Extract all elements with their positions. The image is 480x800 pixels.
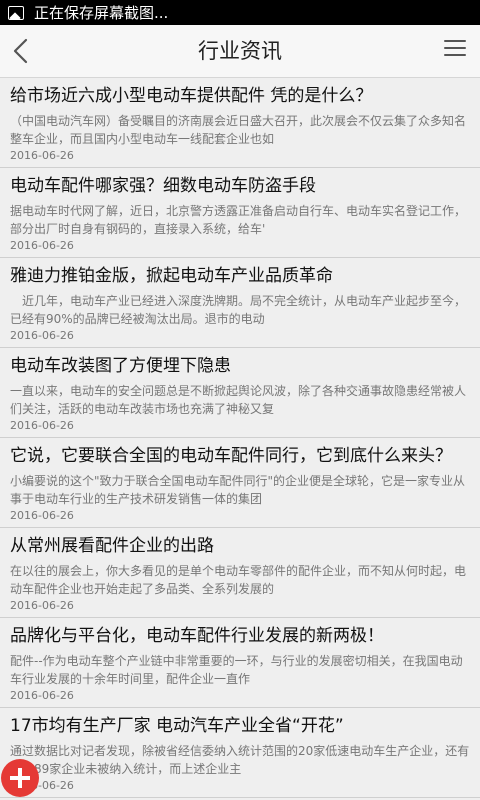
news-date: 2016-06-26 bbox=[10, 689, 74, 702]
news-item[interactable]: 给市场近六成小型电动车提供配件 凭的是什么？ （中国电动汽车网）备受瞩目的济南展… bbox=[0, 78, 480, 168]
news-item[interactable]: 它说，它要联合全国的电动车配件同行，它到底什么来头？ 小编要说的这个"致力于联合… bbox=[0, 438, 480, 528]
news-title: 从常州展看配件企业的出路 bbox=[10, 536, 214, 556]
news-date: 2016-06-26 bbox=[10, 329, 74, 342]
news-date: 2016-06-26 bbox=[10, 599, 74, 612]
news-summary: 通过数据比对记者发现，除被省经信委纳入统计范围的20家低速电动车生产企业，还有至… bbox=[10, 744, 470, 776]
news-title: 17市均有生产厂家 电动汽车产业全省“开花” bbox=[10, 716, 344, 736]
status-bar: 正在保存屏幕截图... bbox=[0, 0, 480, 25]
news-title: 给市场近六成小型电动车提供配件 凭的是什么？ bbox=[10, 86, 373, 106]
news-summary: 近几年，电动车产业已经进入深度洗牌期。局不完全统计，从电动车产业起步至今，已经有… bbox=[10, 294, 467, 326]
news-date: 2016-06-26 bbox=[10, 419, 74, 432]
news-title: 电动车配件哪家强？细数电动车防盗手段 bbox=[10, 176, 316, 196]
news-title: 它说，它要联合全国的电动车配件同行，它到底什么来头？ bbox=[10, 446, 452, 466]
news-summary: 小编要说的这个"致力于联合全国电动车配件同行"的企业便是全球轮，它是一家专业从事… bbox=[10, 474, 466, 506]
news-summary: （中国电动汽车网）备受瞩目的济南展会近日盛大召开，此次展会不仅云集了众多知名整车… bbox=[10, 114, 467, 146]
news-date: 2016-06-26 bbox=[10, 149, 74, 162]
image-icon bbox=[8, 5, 24, 20]
news-item[interactable]: 从常州展看配件企业的出路 在以往的展会上，你大多看见的是单个电动车零部件的配件企… bbox=[0, 528, 480, 618]
news-summary: 在以往的展会上，你大多看见的是单个电动车零部件的配件企业，而不知从何时起，电动车… bbox=[10, 564, 467, 596]
news-item[interactable]: 品牌化与平台化，电动车配件行业发展的新两极！ 配件--作为电动车整个产业链中非常… bbox=[0, 618, 480, 708]
add-button[interactable] bbox=[1, 759, 39, 797]
page-title: 行业资讯 bbox=[198, 39, 282, 63]
news-title: 雅迪力推铂金版，掀起电动车产业品质革命 bbox=[10, 266, 333, 286]
news-date: 2016-06-26 bbox=[10, 239, 74, 252]
news-item[interactable]: 电动车改装图了方便埋下隐患 一直以来，电动车的安全问题总是不断掀起舆论风波，除了… bbox=[0, 348, 480, 438]
news-list: 给市场近六成小型电动车提供配件 凭的是什么？ （中国电动汽车网）备受瞩目的济南展… bbox=[0, 78, 480, 798]
news-summary: 一直以来，电动车的安全问题总是不断掀起舆论风波，除了各种交通事故隐患经常被人们关… bbox=[10, 384, 467, 416]
news-date: 2016-06-26 bbox=[10, 779, 74, 792]
news-date: 2016-06-26 bbox=[10, 509, 74, 522]
news-item[interactable]: 17市均有生产厂家 电动汽车产业全省“开花” 通过数据比对记者发现，除被省经信委… bbox=[0, 708, 480, 798]
news-title: 电动车改装图了方便埋下隐患 bbox=[10, 356, 231, 376]
news-item[interactable]: 雅迪力推铂金版，掀起电动车产业品质革命 近几年，电动车产业已经进入深度洗牌期。局… bbox=[0, 258, 480, 348]
news-summary: 配件--作为电动车整个产业链中非常重要的一环，与行业的发展密切相关，在我国电动车… bbox=[10, 654, 463, 686]
news-summary: 据电动车时代网了解，近日，北京警方透露正准备启动自行车、电动车实名登记工作，部分… bbox=[10, 204, 467, 236]
status-text: 正在保存屏幕截图... bbox=[34, 4, 169, 22]
menu-icon[interactable] bbox=[444, 40, 466, 62]
news-item[interactable]: 电动车配件哪家强？细数电动车防盗手段 据电动车时代网了解，近日，北京警方透露正准… bbox=[0, 168, 480, 258]
news-title: 品牌化与平台化，电动车配件行业发展的新两极！ bbox=[10, 626, 384, 646]
top-nav-bar: 行业资讯 bbox=[0, 25, 480, 78]
